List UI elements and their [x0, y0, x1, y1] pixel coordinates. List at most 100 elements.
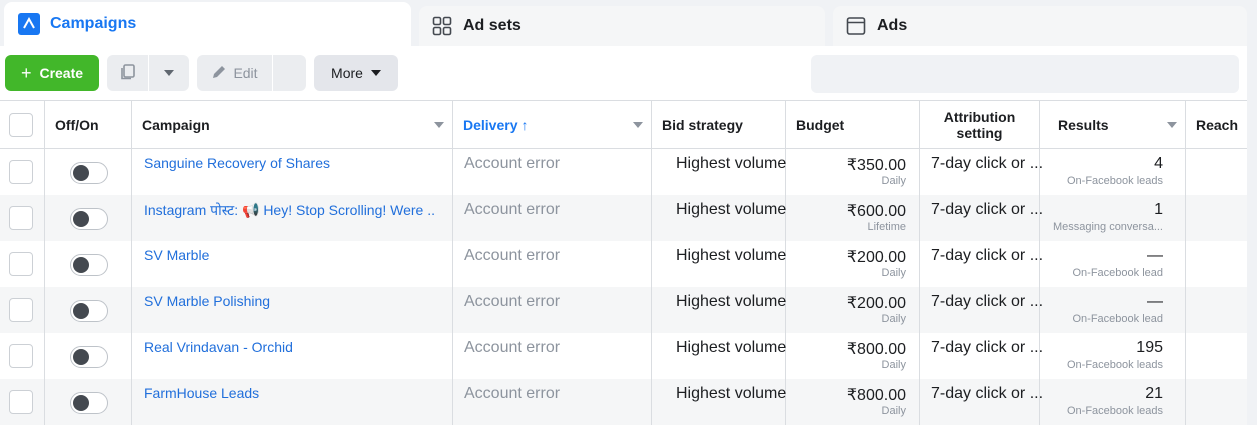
- campaign-name-link[interactable]: SV Marble: [144, 247, 209, 263]
- column-divider: [44, 379, 45, 425]
- ad-window-icon: [845, 15, 867, 37]
- toggle-knob: [73, 165, 89, 181]
- results-value: 1: [1154, 201, 1163, 218]
- row-checkbox[interactable]: [9, 390, 33, 414]
- attribution-value: 7-day click or ...: [931, 201, 1044, 218]
- budget-value: ₹600.00: [846, 203, 906, 220]
- column-divider: [919, 241, 920, 287]
- header-campaign[interactable]: Campaign: [132, 101, 453, 149]
- header-reach-label: Reach: [1196, 117, 1239, 133]
- header-campaign-label: Campaign: [142, 117, 210, 133]
- select-all-checkbox[interactable]: [9, 113, 33, 137]
- column-divider: [651, 241, 652, 287]
- row-checkbox[interactable]: [9, 160, 33, 184]
- tab-ad-sets-label: Ad sets: [463, 17, 521, 34]
- search-input[interactable]: [811, 55, 1239, 93]
- campaign-name-link[interactable]: Sanguine Recovery of Shares: [144, 155, 330, 171]
- header-off-on[interactable]: Off/On: [45, 101, 132, 149]
- campaign-toggle[interactable]: [70, 346, 108, 368]
- column-divider: [651, 287, 652, 333]
- campaign-toggle[interactable]: [70, 392, 108, 414]
- edit-dropdown-button[interactable]: [273, 55, 306, 91]
- header-bid-strategy[interactable]: Bid strategy: [652, 101, 786, 149]
- sort-dropdown-icon[interactable]: [633, 122, 643, 128]
- campaign-toggle[interactable]: [70, 162, 108, 184]
- delivery-status: Account error: [464, 201, 561, 218]
- column-divider: [651, 195, 652, 241]
- tab-ad-sets[interactable]: Ad sets: [419, 6, 825, 46]
- table-row[interactable]: Real Vrindavan - Orchid Account error High…: [0, 333, 1247, 379]
- sort-up-arrow-icon: ↑: [521, 117, 529, 133]
- results-type: On-Facebook leads: [1067, 405, 1163, 417]
- edit-button[interactable]: Edit: [197, 55, 272, 91]
- results-type: On-Facebook lead: [1072, 267, 1164, 279]
- results-value: 21: [1145, 385, 1163, 402]
- column-divider: [452, 379, 453, 425]
- toolbar: + Create Edit More: [0, 46, 1247, 100]
- duplicate-button[interactable]: [107, 55, 148, 91]
- table-row[interactable]: Sanguine Recovery of Shares Account error…: [0, 149, 1247, 195]
- campaign-name-link[interactable]: Real Vrindavan - Orchid: [144, 339, 293, 355]
- header-select-all: [0, 101, 45, 149]
- header-budget-label: Budget: [796, 117, 845, 133]
- bid-strategy-value: Highest volume: [676, 385, 787, 402]
- toggle-knob: [73, 211, 89, 227]
- column-divider: [44, 287, 45, 333]
- create-button[interactable]: + Create: [5, 55, 99, 91]
- grid-icon: [431, 15, 453, 37]
- header-results[interactable]: Results: [1040, 101, 1186, 149]
- column-divider: [452, 195, 453, 241]
- campaign-toggle[interactable]: [70, 208, 108, 230]
- row-checkbox[interactable]: [9, 206, 33, 230]
- results-type: On-Facebook lead: [1072, 313, 1164, 325]
- column-divider: [44, 241, 45, 287]
- row-checkbox[interactable]: [9, 344, 33, 368]
- campaigns-panel: + Create Edit More Off/On Campaign Deliv…: [0, 46, 1247, 425]
- plus-icon: +: [20, 62, 32, 83]
- column-divider: [452, 287, 453, 333]
- tab-bar: Campaigns Ad sets Ads: [0, 0, 1257, 46]
- header-delivery-label: Delivery: [463, 117, 518, 133]
- table-row[interactable]: Instagram पोस्ट: 📢 Hey! Stop Scrolling! …: [0, 195, 1247, 241]
- row-checkbox[interactable]: [9, 298, 33, 322]
- duplicate-icon: [119, 63, 137, 84]
- header-off-on-label: Off/On: [55, 117, 99, 133]
- tab-ads[interactable]: Ads: [833, 6, 1247, 46]
- toggle-knob: [73, 349, 89, 365]
- header-budget[interactable]: Budget: [786, 101, 920, 149]
- create-button-label: Create: [39, 65, 84, 81]
- column-divider: [919, 195, 920, 241]
- results-type: On-Facebook leads: [1067, 175, 1163, 187]
- table-row[interactable]: FarmHouse Leads Account error Highest volu…: [0, 379, 1247, 425]
- campaign-toggle[interactable]: [70, 254, 108, 276]
- results-type: On-Facebook leads: [1067, 359, 1163, 371]
- column-divider: [131, 149, 132, 195]
- tab-campaigns[interactable]: Campaigns: [4, 2, 411, 46]
- table-header: Off/On Campaign Delivery ↑ Bid strategy B…: [0, 101, 1247, 149]
- column-divider: [131, 241, 132, 287]
- column-divider: [1185, 241, 1186, 287]
- column-divider: [131, 333, 132, 379]
- header-attribution[interactable]: Attribution setting: [920, 101, 1040, 149]
- table-row[interactable]: SV Marble Polishing Account error Highest …: [0, 287, 1247, 333]
- row-checkbox[interactable]: [9, 252, 33, 276]
- budget-type: Daily: [881, 267, 906, 279]
- column-divider: [651, 379, 652, 425]
- duplicate-dropdown-button[interactable]: [149, 55, 189, 91]
- campaign-toggle[interactable]: [70, 300, 108, 322]
- budget-type: Daily: [881, 175, 906, 187]
- budget-type: Daily: [881, 405, 906, 417]
- table-row[interactable]: SV Marble Account error Highest volume ₹200…: [0, 241, 1247, 287]
- campaign-name-link[interactable]: SV Marble Polishing: [144, 293, 270, 309]
- budget-value: ₹200.00: [846, 295, 906, 312]
- bid-strategy-value: Highest volume: [676, 155, 787, 172]
- campaign-name-link[interactable]: Instagram पोस्ट: 📢 Hey! Stop Scrolling! …: [144, 201, 436, 220]
- sort-dropdown-icon[interactable]: [434, 122, 444, 128]
- header-delivery[interactable]: Delivery ↑: [453, 101, 652, 149]
- column-divider: [1185, 149, 1186, 195]
- more-button[interactable]: More: [314, 55, 398, 91]
- header-reach[interactable]: Reach: [1186, 101, 1247, 149]
- campaign-name-link[interactable]: FarmHouse Leads: [144, 385, 259, 401]
- column-divider: [452, 149, 453, 195]
- sort-dropdown-icon[interactable]: [1167, 122, 1177, 128]
